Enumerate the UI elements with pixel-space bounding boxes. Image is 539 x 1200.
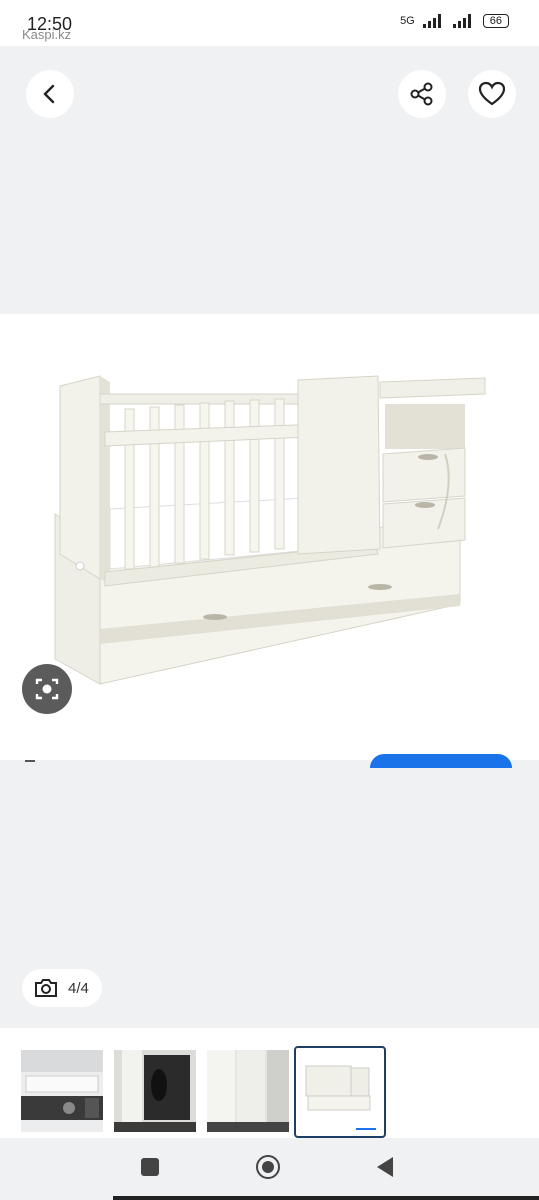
favorite-button[interactable] bbox=[468, 70, 516, 118]
camera-icon bbox=[35, 979, 57, 997]
photo-counter: 4/4 bbox=[22, 969, 102, 1007]
heart-icon bbox=[478, 81, 506, 106]
status-bar: 12:50 Kaspi.kz 5G 66 bbox=[0, 0, 539, 46]
network-label: 5G bbox=[400, 15, 415, 27]
crib-image bbox=[54, 375, 486, 685]
share-button[interactable] bbox=[398, 70, 446, 118]
camera-search-icon bbox=[35, 678, 59, 700]
app-label: Kaspi.kz bbox=[22, 27, 72, 42]
share-icon bbox=[410, 82, 433, 106]
status-icons: 5G 66 bbox=[400, 14, 509, 28]
thumbnail-3[interactable] bbox=[207, 1050, 289, 1132]
visual-search-button[interactable] bbox=[22, 664, 72, 714]
home-icon bbox=[262, 1161, 274, 1173]
recent-apps-button[interactable] bbox=[141, 1158, 159, 1176]
back-button[interactable] bbox=[26, 70, 74, 118]
battery-indicator: 66 bbox=[482, 14, 509, 28]
action-button-peek[interactable] bbox=[370, 754, 512, 768]
back-nav-button[interactable] bbox=[376, 1156, 394, 1178]
photo-counter-text: 4/4 bbox=[68, 979, 89, 997]
divider-line bbox=[25, 760, 35, 762]
thumbnail-strip bbox=[0, 1028, 539, 1138]
product-photo[interactable] bbox=[0, 314, 539, 760]
home-button[interactable] bbox=[256, 1155, 280, 1179]
thumbnail-2[interactable] bbox=[114, 1050, 196, 1132]
chevron-left-icon bbox=[43, 84, 55, 104]
signal-icon-2 bbox=[452, 14, 471, 28]
system-navigation-bar bbox=[0, 1138, 539, 1200]
signal-icon bbox=[422, 14, 441, 28]
thumbnail-1[interactable] bbox=[21, 1050, 103, 1132]
thumbnail-4-selected[interactable] bbox=[294, 1046, 386, 1138]
gesture-bar bbox=[113, 1196, 539, 1200]
